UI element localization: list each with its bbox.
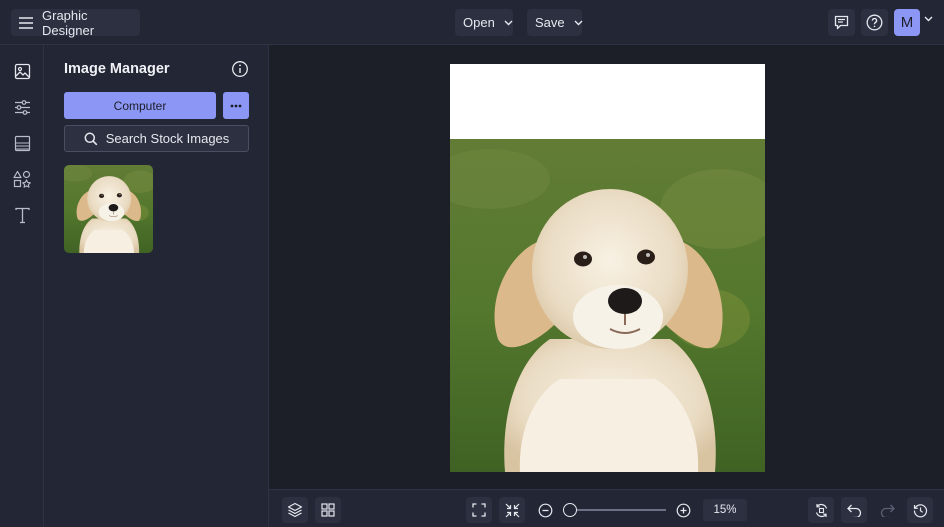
redo-icon <box>880 504 895 517</box>
zoom-out-icon <box>538 503 553 518</box>
tool-rail <box>0 45 44 527</box>
history-icon <box>913 503 928 518</box>
info-button[interactable] <box>231 60 249 78</box>
grid-icon <box>321 503 335 517</box>
chevron-down-icon <box>504 20 513 26</box>
comment-icon <box>834 15 849 30</box>
search-stock-label: Search Stock Images <box>105 131 230 146</box>
open-label: Open <box>463 15 495 30</box>
undo-button[interactable] <box>841 497 867 523</box>
rail-item-layouts[interactable] <box>9 130 35 156</box>
panel-title: Image Manager <box>64 61 170 77</box>
image-thumbnail[interactable] <box>64 165 153 253</box>
search-icon <box>84 132 98 146</box>
layers-icon <box>287 502 303 518</box>
rail-item-images[interactable] <box>9 58 35 84</box>
collapse-icon <box>505 503 520 518</box>
help-button[interactable] <box>861 9 888 36</box>
save-menu-button[interactable]: Save <box>527 9 583 36</box>
image-manager-panel: Image Manager Computer Search Stock Imag… <box>44 45 269 527</box>
fit-to-screen-button[interactable] <box>466 497 492 523</box>
layout-icon <box>14 135 31 152</box>
shrink-to-fit-button[interactable] <box>499 497 525 523</box>
zoom-slider-track[interactable] <box>569 509 666 511</box>
expand-icon <box>472 503 486 517</box>
zoom-out-button[interactable] <box>532 497 558 523</box>
save-label: Save <box>535 15 565 30</box>
rail-item-text[interactable] <box>9 202 35 228</box>
app-menu-button[interactable]: Graphic Designer <box>11 7 140 38</box>
redo-button[interactable] <box>874 497 900 523</box>
top-bar: Graphic Designer Open Save M <box>0 0 944 45</box>
account-chevron-down-icon[interactable] <box>924 16 933 22</box>
grid-button[interactable] <box>315 497 341 523</box>
hamburger-menu-icon <box>19 16 33 29</box>
image-icon <box>14 63 31 80</box>
info-icon <box>231 60 249 78</box>
more-horizontal-icon <box>230 104 242 108</box>
user-avatar[interactable]: M <box>894 9 920 36</box>
upload-from-computer-button[interactable]: Computer <box>64 92 216 119</box>
design-page[interactable] <box>450 64 765 472</box>
canvas-area <box>269 45 944 489</box>
search-stock-images-button[interactable]: Search Stock Images <box>64 125 249 152</box>
refresh-icon <box>814 503 829 518</box>
more-options-button[interactable] <box>223 92 249 119</box>
zoom-level-field[interactable]: 15% <box>703 499 747 521</box>
user-initial: M <box>900 14 914 31</box>
rail-item-adjust[interactable] <box>9 94 35 120</box>
undo-icon <box>846 504 862 517</box>
puppy-photo-element[interactable] <box>450 139 765 472</box>
chevron-down-icon <box>574 20 583 26</box>
layers-button[interactable] <box>282 497 308 523</box>
zoom-in-button[interactable] <box>670 497 696 523</box>
app-title: Graphic Designer <box>42 7 95 38</box>
bottom-toolbar: 15% <box>269 489 944 527</box>
puppy-thumbnail-image <box>64 165 153 253</box>
feedback-button[interactable] <box>828 9 855 36</box>
zoom-in-icon <box>676 503 691 518</box>
help-icon <box>866 14 883 31</box>
history-button[interactable] <box>907 497 933 523</box>
replace-button[interactable] <box>808 497 834 523</box>
sliders-icon <box>14 99 31 116</box>
shapes-icon <box>13 170 31 188</box>
text-icon <box>14 207 31 224</box>
rail-item-elements[interactable] <box>9 166 35 192</box>
open-menu-button[interactable]: Open <box>455 9 513 36</box>
zoom-slider-thumb[interactable] <box>563 503 577 517</box>
